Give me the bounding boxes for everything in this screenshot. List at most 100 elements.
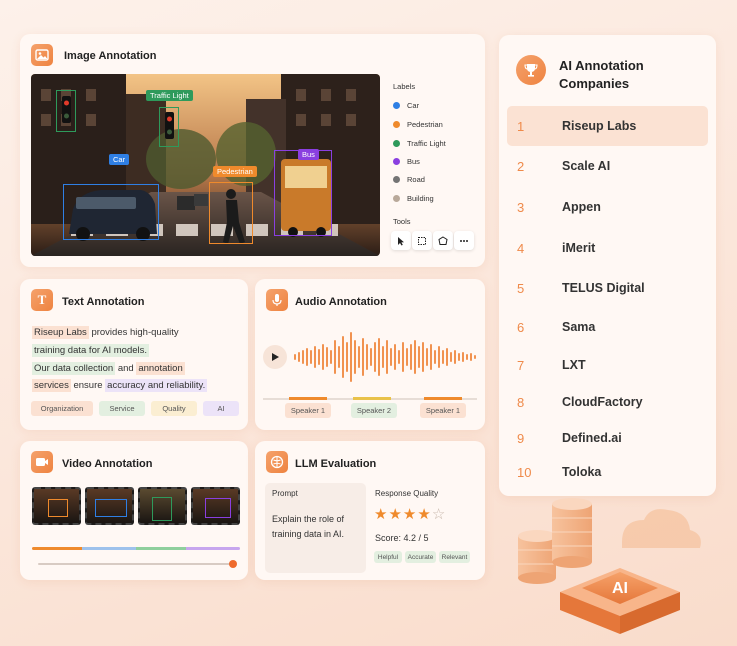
empty-star-icon: ☆ bbox=[431, 506, 447, 523]
select-box-tool-button[interactable] bbox=[412, 231, 432, 250]
legend-bus[interactable]: Bus bbox=[393, 157, 420, 166]
video-frame-thumbnail[interactable] bbox=[138, 487, 187, 525]
legend-car[interactable]: Car bbox=[393, 101, 419, 110]
text-icon: T bbox=[31, 289, 53, 311]
company-rank: 10 bbox=[517, 464, 532, 480]
legend-pedestrian[interactable]: Pedestrian bbox=[393, 120, 443, 129]
company-name: Sama bbox=[562, 320, 596, 334]
entity-quality[interactable]: accuracy and reliability. bbox=[105, 379, 208, 392]
legend-traffic-light[interactable]: Traffic Light bbox=[393, 139, 446, 148]
entity-service[interactable]: services bbox=[32, 379, 71, 392]
ai-cube-label: AI bbox=[612, 580, 628, 597]
legend-label: Pedestrian bbox=[407, 120, 443, 129]
play-button[interactable] bbox=[263, 345, 287, 369]
entity-service[interactable]: Our data collection bbox=[32, 362, 116, 375]
llm-evaluation-title: LLM Evaluation bbox=[295, 458, 377, 470]
playback-slider-track[interactable] bbox=[38, 563, 234, 565]
evaluation-tag-accurate[interactable]: Accurate bbox=[405, 551, 436, 563]
speaker-tag[interactable]: Speaker 1 bbox=[285, 403, 331, 418]
microphone-icon bbox=[266, 289, 288, 311]
frame-bounding-box bbox=[95, 499, 127, 517]
speaker-tag[interactable]: Speaker 1 bbox=[420, 403, 466, 418]
polygon-icon bbox=[438, 235, 448, 245]
tag-ai[interactable]: AI bbox=[203, 401, 239, 416]
tag-quality[interactable]: Quality bbox=[151, 401, 197, 416]
traffic-light-box[interactable] bbox=[56, 90, 76, 132]
entity-service[interactable]: training data for AI models. bbox=[32, 344, 150, 357]
prompt-heading: Prompt bbox=[272, 489, 298, 498]
labels-heading: Labels bbox=[393, 82, 416, 91]
company-rank: 7 bbox=[517, 357, 525, 373]
plain-text: and bbox=[115, 363, 137, 374]
company-name: TELUS Digital bbox=[562, 281, 645, 295]
bus-box[interactable] bbox=[274, 150, 332, 236]
company-name: Toloka bbox=[562, 465, 602, 479]
bus-color-dot bbox=[393, 158, 400, 165]
star-rating[interactable]: ★★★★☆ bbox=[374, 505, 446, 523]
company-row[interactable]: 3 Appen bbox=[507, 187, 708, 227]
legend-label: Building bbox=[407, 194, 434, 203]
legend-label: Traffic Light bbox=[407, 139, 446, 148]
pointer-icon bbox=[398, 236, 404, 245]
company-row[interactable]: 5 TELUS Digital bbox=[507, 268, 708, 308]
more-icon bbox=[460, 239, 468, 242]
entity-organization[interactable]: Riseup Labs bbox=[32, 326, 89, 339]
frame-bounding-box bbox=[48, 499, 68, 517]
annotated-text-line: training data for AI models. bbox=[32, 344, 150, 357]
trophy-icon bbox=[516, 55, 546, 85]
video-annotation-card: Video Annotation bbox=[20, 441, 248, 580]
video-frame-thumbnail[interactable] bbox=[32, 487, 81, 525]
star-icon: ★ bbox=[388, 506, 403, 523]
companies-title: AI Annotation bbox=[559, 58, 644, 73]
road-color-dot bbox=[393, 176, 400, 183]
company-name: Defined.ai bbox=[562, 431, 622, 445]
speaker-tag[interactable]: Speaker 2 bbox=[351, 403, 397, 418]
company-rank: 4 bbox=[517, 240, 525, 256]
text-annotation-card: T Text Annotation Riseup Labs provides h… bbox=[20, 279, 248, 430]
more-tool-button[interactable] bbox=[454, 231, 474, 250]
company-row[interactable]: 7 LXT bbox=[507, 345, 708, 385]
video-frame-thumbnail[interactable] bbox=[191, 487, 240, 525]
speaker-segment-bar bbox=[289, 397, 327, 400]
audio-annotation-card: Audio Annotation Speaker 1 Speaker 2 Spe… bbox=[255, 279, 485, 430]
pointer-tool-button[interactable] bbox=[391, 231, 411, 250]
company-row[interactable]: 1 Riseup Labs bbox=[507, 106, 708, 146]
traffic-light-box[interactable] bbox=[159, 107, 179, 147]
company-row[interactable]: 10 Toloka bbox=[507, 452, 708, 492]
street-scene-image: Traffic Light Car Pedestrian Bus bbox=[31, 74, 380, 256]
legend-road[interactable]: Road bbox=[393, 175, 425, 184]
plain-text: provides high-quality bbox=[88, 327, 179, 338]
star-icon: ★ bbox=[402, 506, 418, 523]
annotated-text-line: Our data collection and annotation bbox=[32, 362, 185, 375]
annotated-text-line: Riseup Labs provides high-quality bbox=[32, 326, 179, 339]
car-box[interactable] bbox=[63, 184, 159, 240]
annotated-text-line: services ensure accuracy and reliability… bbox=[32, 379, 208, 392]
tag-organization[interactable]: Organization bbox=[31, 401, 93, 416]
company-row[interactable]: 4 iMerit bbox=[507, 228, 708, 268]
image-icon bbox=[31, 44, 53, 66]
company-name: Riseup Labs bbox=[562, 119, 637, 133]
playback-slider-handle[interactable] bbox=[229, 560, 237, 568]
traffic-light-color-dot bbox=[393, 140, 400, 147]
tag-service[interactable]: Service bbox=[99, 401, 145, 416]
video-frame-thumbnail[interactable] bbox=[85, 487, 134, 525]
annotation-timeline[interactable] bbox=[32, 547, 240, 550]
company-row[interactable]: 6 Sama bbox=[507, 307, 708, 347]
companies-title: Companies bbox=[559, 76, 630, 91]
company-rank: 1 bbox=[517, 118, 525, 134]
company-name: CloudFactory bbox=[562, 395, 643, 409]
company-rank: 2 bbox=[517, 158, 525, 174]
evaluation-tag-helpful[interactable]: Helpful bbox=[374, 551, 402, 563]
pedestrian-tag: Pedestrian bbox=[213, 166, 257, 177]
video-camera-icon bbox=[31, 451, 53, 473]
polygon-tool-button[interactable] bbox=[433, 231, 453, 250]
response-quality-heading: Response Quality bbox=[375, 489, 439, 498]
company-row[interactable]: 8 CloudFactory bbox=[507, 382, 708, 422]
entity-service[interactable]: annotation bbox=[136, 362, 185, 375]
audio-waveform[interactable] bbox=[293, 329, 478, 385]
legend-label: Road bbox=[407, 175, 425, 184]
pedestrian-box[interactable] bbox=[209, 182, 253, 244]
legend-building[interactable]: Building bbox=[393, 194, 434, 203]
evaluation-tag-relevant[interactable]: Relevant bbox=[439, 551, 470, 563]
company-row[interactable]: 2 Scale AI bbox=[507, 146, 708, 186]
